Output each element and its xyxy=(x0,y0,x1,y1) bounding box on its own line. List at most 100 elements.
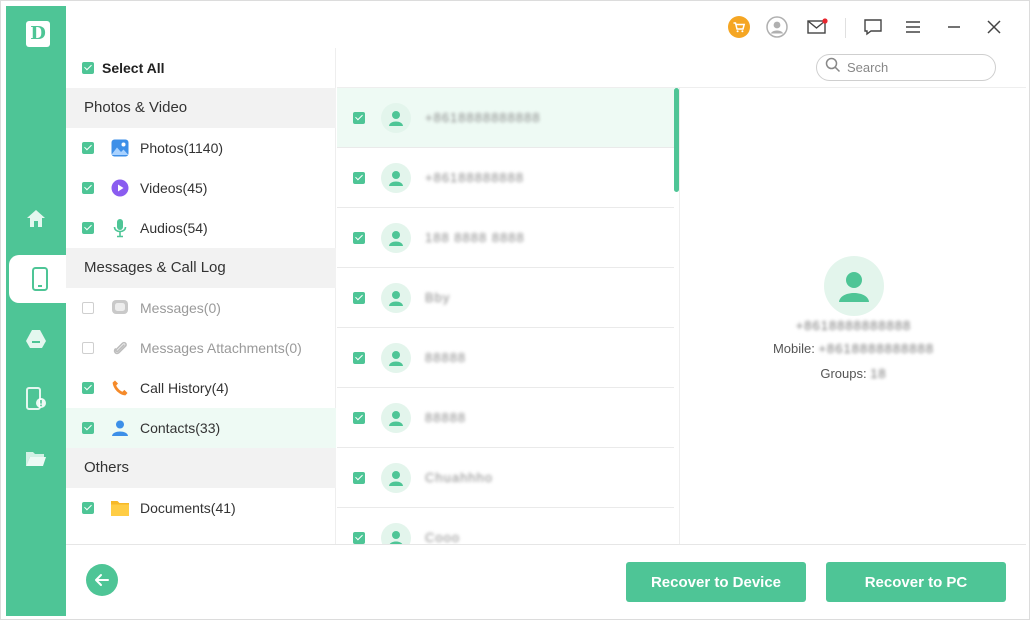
contact-phone-value: +8618888888888 xyxy=(795,318,912,333)
search-strip xyxy=(337,48,1026,88)
contact-avatar-icon xyxy=(381,222,411,253)
category-item-videos[interactable]: Videos(45) xyxy=(66,168,336,208)
home-icon[interactable] xyxy=(6,195,66,243)
category-item-audios[interactable]: Audios(54) xyxy=(66,208,336,248)
menu-icon[interactable] xyxy=(901,15,925,39)
paperclip-icon xyxy=(110,338,130,358)
videos-icon xyxy=(110,178,130,198)
category-header-others: Others xyxy=(66,448,336,488)
category-item-messages[interactable]: Messages(0) xyxy=(66,288,336,328)
titlebar-divider xyxy=(845,18,846,38)
contact-row[interactable]: +86188888888 xyxy=(337,148,674,208)
contact-name: Cooo xyxy=(425,530,461,544)
contact-row[interactable]: Cooo xyxy=(337,508,674,544)
close-icon[interactable] xyxy=(982,15,1006,39)
checkbox[interactable] xyxy=(353,531,365,544)
category-item-label: Contacts(33) xyxy=(140,420,221,436)
contact-avatar-icon xyxy=(381,522,411,544)
contact-row[interactable]: +8618888888888 xyxy=(337,88,674,148)
checkbox[interactable] xyxy=(353,411,365,424)
contact-row[interactable]: 188 8888 8888 xyxy=(337,208,674,268)
contact-avatar-icon xyxy=(381,342,411,373)
category-item-label: Photos(1140) xyxy=(140,140,224,156)
checkbox[interactable] xyxy=(82,142,94,154)
back-button[interactable] xyxy=(86,564,118,596)
contact-name: +86188888888 xyxy=(425,170,525,185)
contact-avatar-large-icon xyxy=(824,256,884,316)
contact-row[interactable]: Bby xyxy=(337,268,674,328)
category-item-photos[interactable]: Photos(1140) xyxy=(66,128,336,168)
checkbox[interactable] xyxy=(353,291,365,304)
contact-phone: +8618888888888 xyxy=(681,318,1026,333)
contact-name: 188 8888 8888 xyxy=(425,230,525,245)
checkbox[interactable] xyxy=(82,502,94,514)
phone-repair-icon[interactable] xyxy=(6,375,66,423)
category-item-label: Messages Attachments(0) xyxy=(140,340,302,356)
contact-name: +8618888888888 xyxy=(425,110,541,125)
search-box[interactable] xyxy=(816,54,996,81)
phone-icon[interactable] xyxy=(9,255,71,303)
groups-label: Groups: xyxy=(820,366,871,381)
message-icon xyxy=(110,298,130,318)
contact-avatar-icon xyxy=(381,462,411,493)
contact-mobile: Mobile: +8618888888888 xyxy=(681,341,1026,356)
contact-avatar-icon xyxy=(381,282,411,313)
checkbox[interactable] xyxy=(353,471,365,484)
checkbox[interactable] xyxy=(82,302,94,314)
checkbox[interactable] xyxy=(353,231,365,244)
category-header-messages-call-log: Messages & Call Log xyxy=(66,248,336,288)
checkbox[interactable] xyxy=(82,222,94,234)
google-drive-icon[interactable] xyxy=(6,315,66,363)
category-item-messages-attachments[interactable]: Messages Attachments(0) xyxy=(66,328,336,368)
category-item-call-history[interactable]: Call History(4) xyxy=(66,368,336,408)
footer-bar: Recover to Device Recover to PC xyxy=(66,544,1026,616)
contact-row[interactable]: 88888 xyxy=(337,328,674,388)
contact-avatar-icon xyxy=(381,102,411,133)
checkbox[interactable] xyxy=(82,382,94,394)
checkbox[interactable] xyxy=(82,62,94,74)
checkbox[interactable] xyxy=(353,111,365,124)
category-panel: Select All Photos & Video Photos(1140) V… xyxy=(66,48,336,544)
contact-detail-panel: +8618888888888 Mobile: +8618888888888 Gr… xyxy=(681,88,1026,544)
mail-icon[interactable] xyxy=(805,15,829,39)
recover-to-device-button[interactable]: Recover to Device xyxy=(626,562,806,602)
category-item-label: Messages(0) xyxy=(140,300,221,316)
folder-icon[interactable] xyxy=(6,435,66,483)
contact-list[interactable]: +8618888888888 +86188888888 188 8888 888… xyxy=(337,88,680,544)
left-rail: D xyxy=(6,6,71,616)
account-icon[interactable] xyxy=(765,15,789,39)
contact-list-scrollbar[interactable] xyxy=(674,88,679,192)
category-header-photos-video: Photos & Video xyxy=(66,88,336,128)
select-all-checkbox[interactable]: Select All xyxy=(82,58,165,78)
contact-name: Chuahhho xyxy=(425,470,493,485)
cart-icon[interactable] xyxy=(727,15,751,39)
arrow-left-icon xyxy=(95,574,109,586)
contact-avatar-icon xyxy=(381,162,411,193)
app-logo: D xyxy=(26,21,50,47)
checkbox[interactable] xyxy=(353,171,365,184)
search-input[interactable] xyxy=(847,60,987,75)
contact-icon xyxy=(110,418,130,438)
checkbox[interactable] xyxy=(353,351,365,364)
mobile-value: +8618888888888 xyxy=(818,341,935,356)
category-item-documents[interactable]: Documents(41) xyxy=(66,488,336,528)
contact-groups: Groups: 18 xyxy=(681,366,1026,381)
category-item-contacts[interactable]: Contacts(33) xyxy=(66,408,336,448)
contact-name: 88888 xyxy=(425,350,467,365)
checkbox[interactable] xyxy=(82,422,94,434)
documents-icon xyxy=(110,498,130,518)
search-icon xyxy=(825,57,841,78)
checkbox[interactable] xyxy=(82,182,94,194)
category-item-label: Audios(54) xyxy=(140,220,208,236)
title-bar xyxy=(66,6,1026,48)
checkbox[interactable] xyxy=(82,342,94,354)
recover-to-pc-button[interactable]: Recover to PC xyxy=(826,562,1006,602)
mobile-label: Mobile: xyxy=(772,341,819,356)
minimize-icon[interactable] xyxy=(942,15,966,39)
contact-row[interactable]: Chuahhho xyxy=(337,448,674,508)
feedback-icon[interactable] xyxy=(861,15,885,39)
photos-icon xyxy=(110,138,130,158)
contact-name: 88888 xyxy=(425,410,467,425)
app-window: D Select All Photos & Video Photos(1140)… xyxy=(0,0,1030,620)
contact-row[interactable]: 88888 xyxy=(337,388,674,448)
